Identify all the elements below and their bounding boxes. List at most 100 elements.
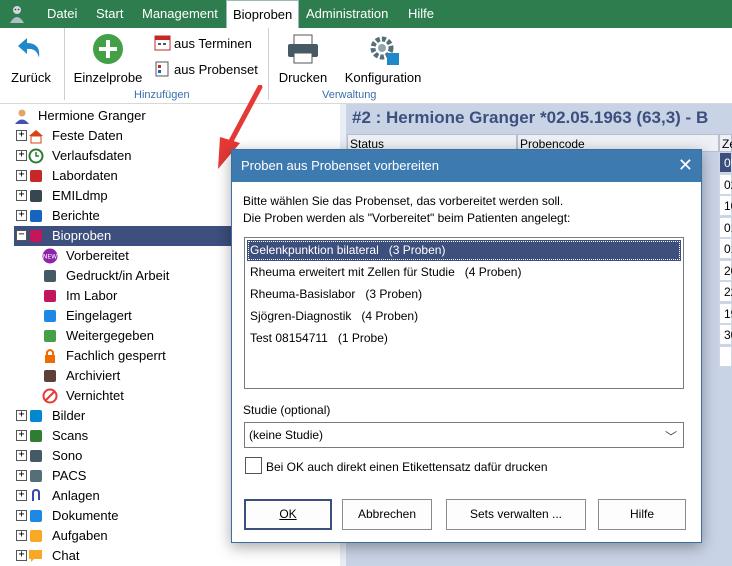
tree-item-chat[interactable]: + Chat xyxy=(14,546,164,566)
expand-icon[interactable]: + xyxy=(16,150,27,161)
expand-icon[interactable]: + xyxy=(16,550,27,561)
expand-icon[interactable]: + xyxy=(16,430,27,441)
document-icon xyxy=(30,510,42,522)
sampleset-list-item[interactable]: Rheuma erweitert mit Zellen für Studie (… xyxy=(247,262,681,283)
tree-subitem-weitergegeben[interactable]: Weitergegeben xyxy=(42,326,202,346)
tree-item-pacs[interactable]: + PACS xyxy=(14,466,164,486)
ok-button-label: OK xyxy=(279,507,297,521)
sampleset-list-item[interactable]: Test 08154711 (1 Probe) xyxy=(247,328,681,349)
app-logo-icon xyxy=(10,6,24,23)
expand-icon[interactable]: + xyxy=(16,490,27,501)
expand-icon[interactable]: + xyxy=(16,410,27,421)
menu-administration[interactable]: Administration xyxy=(300,0,394,28)
tree-item-label: Vorbereitet xyxy=(66,248,129,263)
back-button[interactable]: Zurück xyxy=(8,30,54,90)
tree-item-label: Feste Daten xyxy=(52,128,123,143)
tree-item-aufgaben[interactable]: + Aufgaben xyxy=(14,526,164,546)
single-sample-button[interactable]: Einzelprobe xyxy=(70,30,146,90)
print-labels-checkbox[interactable] xyxy=(245,457,262,474)
document-p-icon xyxy=(30,190,42,202)
print-button[interactable]: Drucken xyxy=(274,30,332,90)
grid-cell[interactable]: 10 xyxy=(719,195,732,216)
handover-icon xyxy=(44,330,56,342)
sampleset-list-item[interactable]: Sjögren-Diagnostik (4 Proben) xyxy=(247,306,681,327)
grid-cell[interactable]: 30 xyxy=(719,324,732,345)
patient-header-title: #2 : Hermione Granger *02.05.1963 (63,3)… xyxy=(352,108,709,127)
scanner-icon xyxy=(30,430,42,442)
grid-cell[interactable]: 22 xyxy=(719,281,732,302)
menu-bioproben[interactable]: Bioproben xyxy=(226,0,300,28)
from-sampleset-button[interactable]: aus Probenset xyxy=(154,60,262,80)
report-icon xyxy=(30,210,42,222)
grid-cell[interactable] xyxy=(719,345,732,367)
column-header-ze[interactable]: Ze xyxy=(719,134,732,152)
tree-item-label: Vernichtet xyxy=(66,388,124,403)
expand-icon[interactable]: + xyxy=(16,510,27,521)
tree-item-emildmp[interactable]: + EMILdmp xyxy=(14,186,164,206)
grid-cell[interactable]: 20 xyxy=(719,259,732,281)
print-labels-checkbox-label[interactable]: Bei OK auch direkt einen Etikettensatz d… xyxy=(266,460,548,474)
expand-icon[interactable]: + xyxy=(16,210,27,221)
study-select[interactable]: (keine Studie) ﹀ xyxy=(244,422,684,448)
tree-item-label: PACS xyxy=(52,468,87,483)
help-button[interactable]: Hilfe xyxy=(598,499,686,530)
tree-item-scans[interactable]: + Scans xyxy=(14,426,164,446)
prohibited-icon xyxy=(42,388,58,404)
expand-icon[interactable]: + xyxy=(16,170,27,181)
collapse-icon[interactable]: − xyxy=(16,230,27,241)
sampleset-list-item[interactable]: Gelenkpunktion bilateral (3 Proben) xyxy=(247,240,681,261)
printer-icon xyxy=(44,270,56,282)
tree-subitem-vorbereitet[interactable]: NEW Vorbereitet xyxy=(42,246,202,266)
tree-subitem-fachlich-gesperrt[interactable]: Fachlich gesperrt xyxy=(42,346,202,366)
svg-text:NEW: NEW xyxy=(43,254,57,261)
grid-cell[interactable]: 05 xyxy=(719,152,732,173)
from-appointments-button[interactable]: aus Terminen xyxy=(154,34,262,54)
tree-item-label: Eingelagert xyxy=(66,308,132,323)
cancel-button[interactable]: Abbrechen xyxy=(342,499,432,530)
tree-item-labordaten[interactable]: + Labordaten xyxy=(14,166,164,186)
patient-name: Hermione Granger xyxy=(38,108,146,123)
tree-subitem-im-labor[interactable]: Im Labor xyxy=(42,286,202,306)
tree-item-dokumente[interactable]: + Dokumente xyxy=(14,506,164,526)
chevron-down-icon[interactable]: ﹀ xyxy=(665,428,677,445)
grid-cell[interactable]: 01 xyxy=(719,238,732,259)
sampleset-listbox[interactable]: Gelenkpunktion bilateral (3 Proben) Rheum… xyxy=(244,237,684,389)
ribbon-toolbar: Zurück Einzelprobe aus Terminen aus Prob… xyxy=(0,28,732,104)
menu-hilfe[interactable]: Hilfe xyxy=(402,0,440,28)
dialog-titlebar[interactable]: Proben aus Probenset vorbereiten ✕ xyxy=(232,150,701,182)
chat-icon xyxy=(29,550,42,562)
close-icon[interactable]: ✕ xyxy=(678,155,693,175)
configuration-button[interactable]: Konfiguration xyxy=(340,30,426,90)
expand-icon[interactable]: + xyxy=(16,450,27,461)
tree-item-verlaufsdaten[interactable]: + Verlaufsdaten xyxy=(14,146,164,166)
house-icon xyxy=(29,130,43,144)
tree-item-anlagen[interactable]: + Anlagen xyxy=(14,486,164,506)
add-group-label: Hinzufügen xyxy=(134,89,190,101)
add-circle-icon xyxy=(93,34,123,64)
tree-item-berichte[interactable]: + Berichte xyxy=(14,206,164,226)
tree-item-bilder[interactable]: + Bilder xyxy=(14,406,164,426)
expand-icon[interactable]: + xyxy=(16,530,27,541)
expand-icon[interactable]: + xyxy=(16,130,27,141)
tree-item-label: Bioproben xyxy=(52,228,112,243)
expand-icon[interactable]: + xyxy=(16,190,27,201)
grid-cell[interactable]: 02 xyxy=(719,173,732,195)
archive-icon xyxy=(44,370,56,382)
sampleset-list-item[interactable]: Rheuma-Basislabor (3 Proben) xyxy=(247,284,681,305)
expand-icon[interactable]: + xyxy=(16,470,27,481)
menu-management[interactable]: Management xyxy=(136,0,224,28)
tubes-icon xyxy=(30,230,42,242)
grid-cell[interactable]: 01 xyxy=(719,216,732,238)
menu-datei[interactable]: Datei xyxy=(41,0,83,28)
tree-subitem-gedruckt-in-arbeit[interactable]: Gedruckt/in Arbeit xyxy=(42,266,202,286)
grid-icon xyxy=(44,310,56,322)
grid-cell[interactable]: 19 xyxy=(719,302,732,324)
tree-item-sono[interactable]: + Sono xyxy=(14,446,164,466)
manage-sets-button[interactable]: Sets verwalten ... xyxy=(446,499,586,530)
tree-subitem-archiviert[interactable]: Archiviert xyxy=(42,366,202,386)
tree-subitem-vernichtet[interactable]: Vernichtet xyxy=(42,386,202,406)
ok-button[interactable]: OK xyxy=(244,499,332,530)
tree-subitem-eingelagert[interactable]: Eingelagert xyxy=(42,306,202,326)
menu-start[interactable]: Start xyxy=(90,0,129,28)
tree-item-feste-daten[interactable]: + Feste Daten xyxy=(14,126,164,146)
